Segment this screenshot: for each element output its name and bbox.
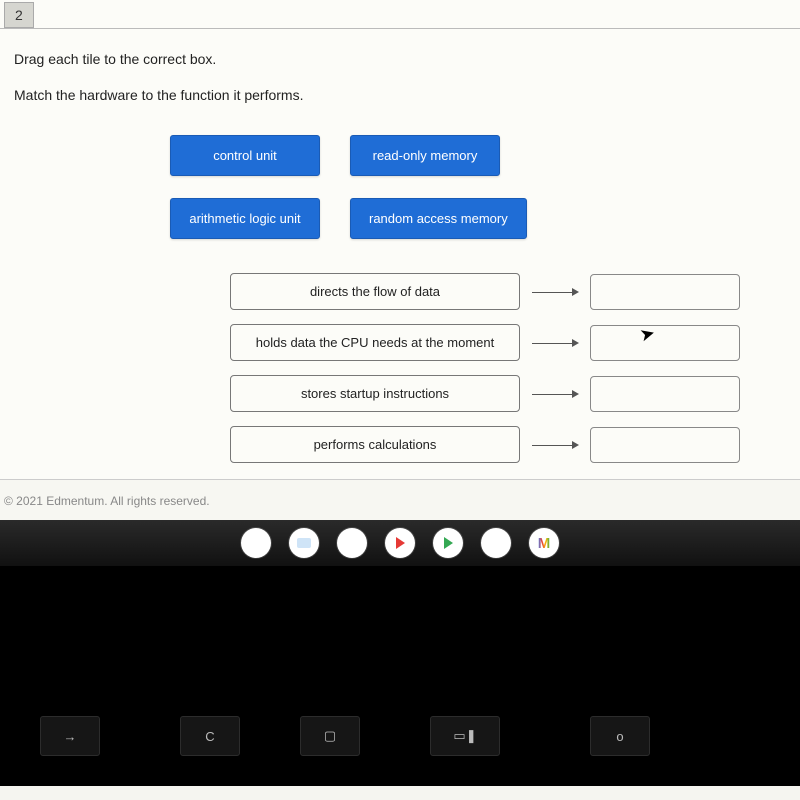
arrow-icon: [520, 434, 590, 455]
messages-icon[interactable]: [481, 528, 511, 558]
draggable-tiles-container: control unit read-only memory arithmetic…: [0, 127, 620, 247]
drop-target-1[interactable]: [590, 325, 740, 361]
arrow-icon: [520, 332, 590, 353]
instructions-block: Drag each tile to the correct box. Match…: [0, 29, 800, 127]
arrow-icon: [520, 383, 590, 404]
match-row: performs calculations: [230, 426, 800, 463]
chrome-icon[interactable]: [241, 528, 271, 558]
match-row: directs the flow of data: [230, 273, 800, 310]
match-row: holds data the CPU needs at the moment: [230, 324, 800, 361]
key-forward[interactable]: →: [40, 716, 100, 756]
question-number-badge: 2: [4, 2, 34, 28]
key-fullscreen[interactable]: ▢: [300, 716, 360, 756]
question-page: 2 Drag each tile to the correct box. Mat…: [0, 0, 800, 480]
prompt-holds-data: holds data the CPU needs at the moment: [230, 324, 520, 361]
keyboard-area: → C ▢ ▭❚ o: [0, 566, 800, 786]
matching-area: directs the flow of data holds data the …: [0, 247, 800, 479]
copyright-text: © 2021 Edmentum. All rights reserved.: [0, 480, 800, 520]
tile-control-unit[interactable]: control unit: [170, 135, 320, 176]
key-refresh[interactable]: C: [180, 716, 240, 756]
prompt-performs-calculations: performs calculations: [230, 426, 520, 463]
key-overview[interactable]: ▭❚: [430, 716, 500, 756]
gmail-letter: M: [538, 535, 551, 552]
tile-arithmetic-logic-unit[interactable]: arithmetic logic unit: [170, 198, 320, 239]
prompt-directs-flow: directs the flow of data: [230, 273, 520, 310]
prompt-stores-startup: stores startup instructions: [230, 375, 520, 412]
tile-random-access-memory[interactable]: random access memory: [350, 198, 527, 239]
play-store-icon[interactable]: [433, 528, 463, 558]
question-number-bar: 2: [0, 0, 800, 29]
tile-read-only-memory[interactable]: read-only memory: [350, 135, 500, 176]
instruction-drag: Drag each tile to the correct box.: [14, 51, 786, 67]
youtube-icon[interactable]: [385, 528, 415, 558]
key-brightness[interactable]: o: [590, 716, 650, 756]
docs-icon[interactable]: [337, 528, 367, 558]
instruction-match: Match the hardware to the function it pe…: [14, 87, 786, 103]
arrow-icon: [520, 281, 590, 302]
chromeos-shelf: M: [0, 520, 800, 566]
gmail-icon[interactable]: M: [529, 528, 559, 558]
files-icon[interactable]: [289, 528, 319, 558]
drop-target-3[interactable]: [590, 427, 740, 463]
drop-target-2[interactable]: [590, 376, 740, 412]
drop-target-0[interactable]: [590, 274, 740, 310]
match-row: stores startup instructions: [230, 375, 800, 412]
